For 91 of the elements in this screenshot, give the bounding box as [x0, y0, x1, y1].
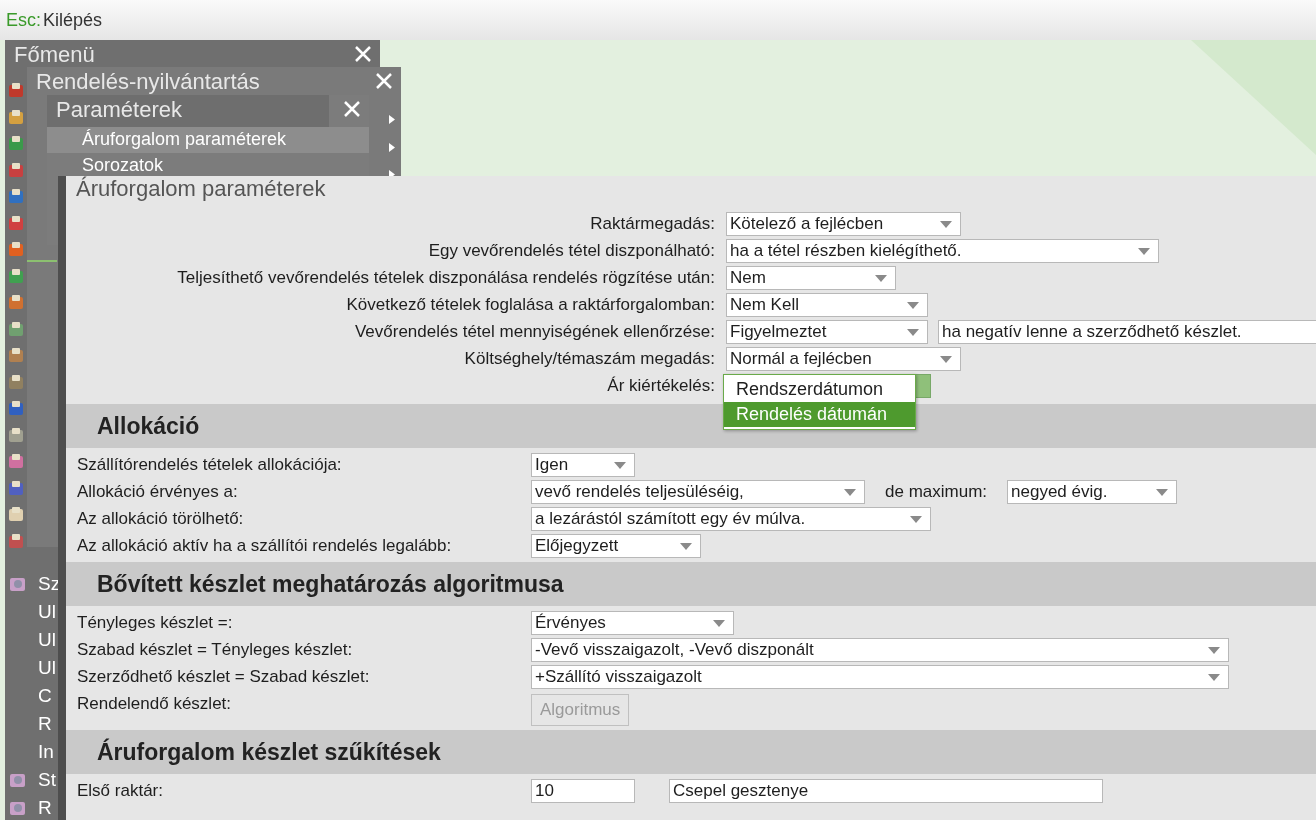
app-icon[interactable]: [8, 161, 25, 179]
caret-icon: [1138, 247, 1150, 255]
text-field[interactable]: Csepel gesztenye: [669, 779, 1103, 803]
field-label: Raktármegadás:: [589, 213, 715, 235]
field-label: Szerződhető készlet = Szabad készlet:: [77, 666, 371, 688]
dropdown-field[interactable]: Igen: [531, 453, 635, 477]
menu-item[interactable]: Sz: [5, 570, 61, 598]
dropdown-field[interactable]: Nem: [726, 266, 896, 290]
app-icon[interactable]: [8, 506, 25, 523]
field-label: Ár kiértékelés:: [606, 375, 715, 397]
app-icon[interactable]: [8, 241, 25, 258]
app-icon[interactable]: [8, 214, 25, 232]
app-icon[interactable]: [8, 320, 25, 338]
app-icon[interactable]: [8, 479, 25, 497]
field-label: Egy vevőrendelés tétel diszponálható:: [427, 240, 715, 262]
dropdown-field[interactable]: Előjegyzett: [531, 534, 701, 558]
window-title: Paraméterek: [47, 95, 329, 127]
field-label: Költséghely/témaszám megadás:: [463, 348, 715, 370]
caret-icon: [713, 619, 725, 627]
dropdown-field[interactable]: ha a tétel részben kielégíthető.: [726, 239, 1159, 263]
dropdown-field[interactable]: Nem Kell: [726, 293, 928, 317]
close-icon[interactable]: [355, 46, 371, 62]
section-title: Bővített készlet meghatározás algoritmusa: [97, 570, 564, 598]
caret-icon: [875, 274, 887, 282]
caret-icon: [940, 355, 952, 363]
caret-icon: [907, 328, 919, 336]
corner-triangle-icon: [1191, 40, 1316, 155]
field-label: Az allokáció aktív ha a szállítói rendelés legalább:: [77, 535, 453, 557]
dropdown-field[interactable]: Normál a fejlécben: [726, 347, 961, 371]
app-icon[interactable]: [8, 373, 25, 391]
app-icon[interactable]: [8, 426, 25, 444]
caret-icon: [844, 488, 856, 496]
dropdown-field[interactable]: vevő rendelés teljesüléséig,: [531, 480, 865, 504]
menu-item[interactable]: C: [5, 682, 61, 710]
caret-icon: [680, 542, 692, 550]
dropdown-option[interactable]: Rendszerdátumon: [724, 377, 915, 402]
field-label: Első raktár:: [77, 780, 164, 802]
field-label: Szabad készlet = Tényleges készlet:: [77, 639, 354, 661]
field-label: Allokáció érvényes a:: [77, 481, 239, 503]
field-label: Következő tételek foglalása a raktárforgalomban:: [345, 294, 715, 316]
app-icon[interactable]: [8, 82, 25, 99]
dropdown-field[interactable]: negyed évig.: [1007, 480, 1178, 504]
dropdown-field[interactable]: -Vevő visszaigazolt, -Vevő diszponált: [531, 638, 1229, 662]
caret-icon: [1156, 488, 1169, 496]
caret-icon: [910, 515, 922, 523]
dropdown-option[interactable]: Rendelés dátumán: [724, 402, 915, 427]
field-label: Teljesíthető vevőrendelés tételek diszponálása rendelés rögzítése után:: [176, 267, 715, 289]
dropdown-field[interactable]: Kötelező a fejlécben: [726, 212, 961, 236]
field-label: Vevőrendelés tétel mennyiségének ellenőrzése:: [353, 321, 715, 343]
caret-icon: [1208, 646, 1220, 654]
section-title: Áruforgalom készlet szűkítések: [97, 738, 441, 766]
app-icon[interactable]: [8, 188, 25, 205]
caret-icon: [1208, 673, 1220, 681]
arrow-icon[interactable]: [389, 143, 395, 152]
section-title: Allokáció: [97, 412, 200, 440]
menu-item[interactable]: Ul: [5, 598, 61, 626]
arrow-icon[interactable]: [389, 115, 395, 124]
app-icon[interactable]: [8, 400, 25, 417]
app-icon[interactable]: [8, 532, 25, 550]
field-label: Szállítórendelés tételek allokációja:: [77, 454, 343, 476]
app-icon[interactable]: [8, 453, 25, 470]
field-label: de maximum:: [885, 482, 988, 502]
caret-icon: [614, 461, 626, 469]
dropdown-field[interactable]: Érvényes: [531, 611, 734, 635]
dropdown-field[interactable]: +Szállító visszaigazolt: [531, 665, 1229, 689]
dropdown-field[interactable]: Figyelmeztet: [726, 320, 928, 344]
app-icon[interactable]: [8, 267, 25, 285]
caret-icon: [907, 301, 919, 309]
app-icon[interactable]: [8, 294, 25, 311]
app-icon[interactable]: [8, 347, 25, 364]
field-label: Rendelendő készlet:: [77, 693, 233, 715]
exit-button[interactable]: Esc:Kilépés: [0, 9, 109, 31]
field-label: Tényleges készlet =:: [77, 612, 234, 634]
menu-item[interactable]: Ul: [5, 626, 61, 654]
text-field[interactable]: ha negatív lenne a szerződhető készlet.: [938, 320, 1316, 344]
field-label: Az allokáció törölhető:: [77, 508, 245, 530]
dialog-title: Áruforgalom paraméterek: [75, 176, 327, 203]
close-icon[interactable]: [376, 73, 392, 89]
menu-item[interactable]: R: [5, 710, 61, 738]
window-title: Főmenü: [13, 41, 96, 69]
caret-icon: [940, 220, 952, 228]
window-title: Rendelés-nyilvántartás: [35, 68, 261, 96]
app-icon[interactable]: [8, 108, 25, 126]
app-icon[interactable]: [8, 135, 25, 152]
text-field[interactable]: 10: [531, 779, 635, 803]
dropdown-field[interactable]: a lezárástól számított egy év múlva.: [531, 507, 931, 531]
menu-item[interactable]: St: [5, 766, 61, 794]
menu-item[interactable]: R: [5, 794, 61, 820]
menu-item[interactable]: Ul: [5, 654, 61, 682]
close-icon[interactable]: [344, 101, 360, 117]
menu-item[interactable]: In: [5, 738, 61, 766]
